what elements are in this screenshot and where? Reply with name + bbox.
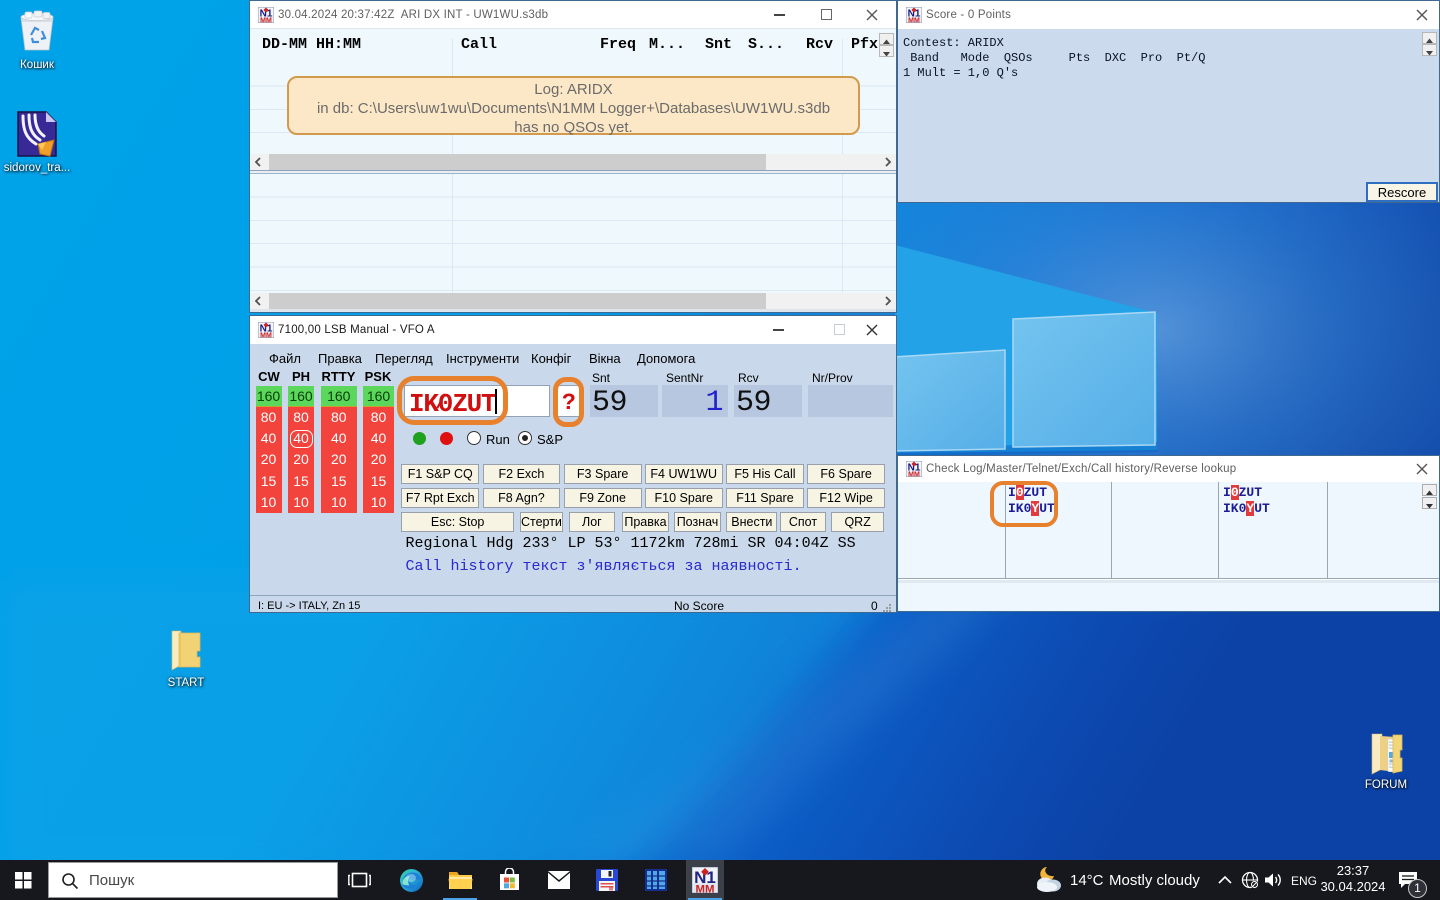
svg-text:MM: MM — [260, 333, 272, 339]
svg-text:MM: MM — [260, 18, 272, 24]
svg-text:MM: MM — [908, 18, 920, 24]
svg-text:MM: MM — [908, 472, 920, 478]
svg-text:MM: MM — [696, 883, 715, 893]
